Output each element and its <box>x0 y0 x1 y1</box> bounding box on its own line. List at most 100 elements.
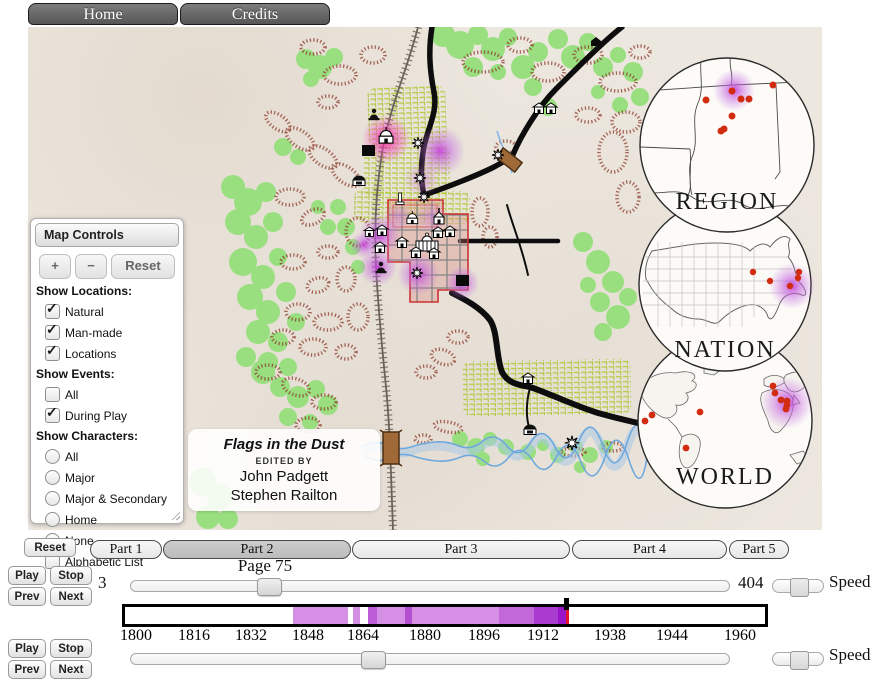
radio-label: Home <box>65 513 97 527</box>
year-tick: 1944 <box>656 627 688 645</box>
page-slider[interactable] <box>130 580 730 592</box>
checkbox-during-play[interactable]: During Play <box>45 408 183 423</box>
app-window: Home Credits <box>0 0 881 682</box>
radio-all-characters[interactable]: All <box>45 449 183 464</box>
play-button-2[interactable]: Play <box>8 639 46 658</box>
timeline-event-segment <box>534 607 558 624</box>
page-min-label: 3 <box>98 573 107 593</box>
speed-slider-1[interactable] <box>772 579 824 593</box>
checkbox-icon[interactable] <box>45 408 60 423</box>
zoom-out-button[interactable]: − <box>75 254 107 279</box>
tab-credits[interactable]: Credits <box>180 3 330 25</box>
radio-label: Major <box>65 471 95 485</box>
event-star-icon <box>565 436 579 450</box>
checkbox-label: During Play <box>65 409 127 423</box>
year-tick: 1938 <box>594 627 626 645</box>
timeline-event-segment <box>499 607 534 624</box>
radio-label: Major & Secondary <box>65 492 167 506</box>
page-slider-thumb[interactable] <box>257 578 282 596</box>
radio-icon[interactable] <box>45 449 60 464</box>
radio-label: All <box>65 450 78 464</box>
timeline-event-segment <box>368 607 377 624</box>
speed-slider-2-thumb[interactable] <box>790 651 809 670</box>
checkbox-label: All <box>65 388 78 402</box>
dome-building-icon <box>524 425 536 435</box>
map-controls-panel: Map Controls + − Reset Show Locations: N… <box>30 218 184 524</box>
radio-major[interactable]: Major <box>45 470 183 485</box>
stop-button-2[interactable]: Stop <box>50 639 92 658</box>
radio-icon[interactable] <box>45 470 60 485</box>
year-tick: 1816 <box>178 627 210 645</box>
radio-icon[interactable] <box>45 512 60 527</box>
tab-home[interactable]: Home <box>28 3 178 25</box>
black-building-icon <box>456 275 469 286</box>
text-title: Flags in the Dust <box>188 436 380 453</box>
event-star-icon <box>414 172 426 184</box>
year-tick: 1880 <box>409 627 441 645</box>
checkbox-label: Man-made <box>65 326 122 340</box>
map-reset-button[interactable]: Reset <box>111 254 175 279</box>
checkbox-natural[interactable]: Natural <box>45 304 183 319</box>
timeline-event-segment <box>293 607 348 624</box>
timeline-event-segment <box>353 607 360 624</box>
year-tick: 1960 <box>724 627 756 645</box>
text-edited-by: EDITED BY <box>188 456 380 466</box>
speed-slider-1-thumb[interactable] <box>790 578 809 597</box>
year-tick: 1800 <box>120 627 152 645</box>
section-show-characters: Show Characters: <box>36 429 183 443</box>
tab-part-1[interactable]: Part 1 <box>90 540 162 559</box>
tab-part-4[interactable]: Part 4 <box>572 540 727 559</box>
year-tick: 1896 <box>468 627 500 645</box>
radio-icon[interactable] <box>45 491 60 506</box>
prev-button-1[interactable]: Prev <box>8 587 46 606</box>
speed-label-1: Speed <box>829 572 871 592</box>
play-button-1[interactable]: Play <box>8 566 46 585</box>
event-star-icon <box>411 267 423 279</box>
page-indicator: Page 75 <box>195 556 335 576</box>
map-title-box: Flags in the Dust EDITED BY John Padgett… <box>188 429 380 511</box>
prev-button-2[interactable]: Prev <box>8 660 46 679</box>
tab-part-5[interactable]: Part 5 <box>729 540 789 559</box>
radio-home[interactable]: Home <box>45 512 183 527</box>
radio-major-secondary[interactable]: Major & Secondary <box>45 491 183 506</box>
checkbox-icon[interactable] <box>45 387 60 402</box>
speed-slider-2[interactable] <box>772 652 824 666</box>
text-editor: John Padgett <box>188 468 380 485</box>
inset-nation-label: NATION <box>674 337 775 363</box>
checkbox-man-made[interactable]: Man-made <box>45 325 183 340</box>
checkbox-icon[interactable] <box>45 304 60 319</box>
year-slider-thumb[interactable] <box>361 651 386 669</box>
next-button-2[interactable]: Next <box>50 660 92 679</box>
checkbox-label: Locations <box>65 347 116 361</box>
text-editor: Stephen Railton <box>188 487 380 504</box>
black-building-icon <box>362 145 375 156</box>
event-star-icon <box>418 191 430 203</box>
timeline-bar[interactable] <box>122 604 768 627</box>
inset-region-label: REGION <box>676 189 779 215</box>
timeline-reset-button[interactable]: Reset <box>24 538 76 557</box>
map-controls-header[interactable]: Map Controls <box>35 223 179 247</box>
checkbox-all-events[interactable]: All <box>45 387 183 402</box>
timeline-event-segment <box>377 607 405 624</box>
speed-label-2: Speed <box>829 645 871 665</box>
inset-region[interactable]: REGION <box>638 49 822 232</box>
inset-world-label: WORLD <box>676 464 774 490</box>
section-show-locations: Show Locations: <box>36 284 183 298</box>
next-button-1[interactable]: Next <box>50 587 92 606</box>
checkbox-icon[interactable] <box>45 325 60 340</box>
year-tick: 1832 <box>235 627 267 645</box>
bank-icon <box>353 176 365 186</box>
stop-button-1[interactable]: Stop <box>50 566 92 585</box>
timeline-current-tick[interactable] <box>564 598 569 610</box>
zoom-in-button[interactable]: + <box>39 254 71 279</box>
checkbox-locations[interactable]: Locations <box>45 346 183 361</box>
page-max-label: 404 <box>738 573 764 593</box>
year-slider[interactable] <box>130 653 730 665</box>
tab-part-3[interactable]: Part 3 <box>352 540 570 559</box>
timeline-event-segment <box>405 607 412 624</box>
year-tick: 1864 <box>347 627 379 645</box>
timeline-year-axis: 1800 1816 1832 1848 1864 1880 1896 1912 … <box>122 627 768 645</box>
checkbox-icon[interactable] <box>45 346 60 361</box>
section-show-events: Show Events: <box>36 367 183 381</box>
event-star-icon <box>412 137 424 149</box>
